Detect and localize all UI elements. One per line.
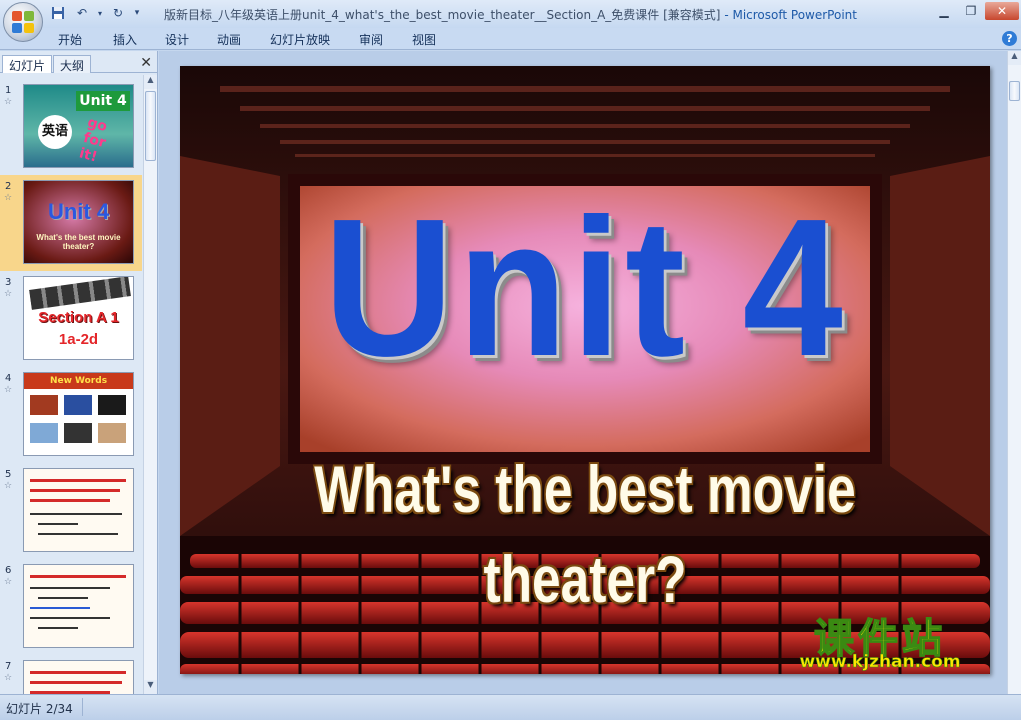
- thumb-title: New Words: [24, 373, 133, 389]
- slide-number: 5: [5, 469, 12, 480]
- thumb-text-line: [30, 575, 126, 578]
- thumb-subtitle: What's the best movie theater?: [36, 233, 121, 251]
- scroll-up-icon[interactable]: ▲: [1008, 51, 1021, 65]
- title-bar: ↶ ▾ ↻ ▾ 版新目标_八年级英语上册unit_4_what's_the_be…: [0, 0, 1021, 28]
- slide-thumbnail-7[interactable]: 7 ☆: [0, 655, 142, 694]
- slide-subtitle: What's the best movie theater?: [314, 452, 856, 616]
- slide-thumbnail-1[interactable]: 1 ☆ 英语 Unit 4 go for it!: [0, 79, 142, 175]
- slide-thumbnail-3[interactable]: 3 ☆ Section A 1 1a-2d: [0, 271, 142, 367]
- thumbnail-image: 英语 Unit 4 go for it!: [23, 84, 134, 168]
- scroll-down-icon[interactable]: ▼: [144, 680, 157, 694]
- thumb-text-line: [30, 607, 90, 609]
- animation-star-icon: ☆: [4, 97, 13, 107]
- slide-number: 1: [5, 85, 12, 96]
- thumb-picture: [64, 423, 92, 443]
- title-separator: -: [720, 8, 733, 22]
- thumbnail-image: [23, 468, 134, 552]
- slide-edit-area: Unit 4 What's the best movie theater? 课件…: [159, 51, 1007, 694]
- thumb-picture: [64, 395, 92, 415]
- thumb-text-line: [30, 681, 122, 684]
- tab-view[interactable]: 视图: [412, 31, 436, 48]
- thumb-text-line: [38, 627, 78, 629]
- thumb-text-line: [30, 479, 126, 482]
- scroll-up-icon[interactable]: ▲: [144, 75, 157, 89]
- thumb-text-line: [38, 533, 118, 535]
- thumb-picture: [30, 395, 58, 415]
- thumb-picture: [30, 423, 58, 443]
- watermark-logo: 课件站 www.kjzhan.com: [770, 614, 990, 674]
- slide-thumbnail-6[interactable]: 6 ☆: [0, 559, 142, 655]
- animation-star-icon: ☆: [4, 385, 13, 395]
- thumb-subtitle: 英语: [38, 115, 72, 149]
- window-controls: ▁ ❐ ✕: [931, 2, 1019, 20]
- film-strip-image: [29, 277, 131, 310]
- thumb-text-line: [38, 523, 78, 525]
- scroll-thumb[interactable]: [145, 91, 156, 161]
- slide-counter: 幻灯片 2/34: [6, 702, 73, 716]
- thumb-text-line: [30, 617, 110, 619]
- slides-pane: 幻灯片 大纲 ✕ 1 ☆ 英语 Unit 4 go for it! 2 ☆ Un…: [0, 51, 158, 694]
- tab-review[interactable]: 审阅: [359, 31, 383, 48]
- slide-unit-title: Unit 4: [323, 178, 847, 397]
- thumbnail-image: Section A 1 1a-2d: [23, 276, 134, 360]
- thumb-title: Unit 4: [76, 91, 130, 111]
- slide-number: 4: [5, 373, 12, 384]
- animation-star-icon: ☆: [4, 577, 13, 587]
- slide-number: 7: [5, 661, 12, 672]
- tab-animations[interactable]: 动画: [217, 31, 241, 48]
- help-icon[interactable]: ?: [1002, 31, 1017, 46]
- pane-close-icon[interactable]: ✕: [140, 55, 152, 71]
- animation-star-icon: ☆: [4, 673, 13, 683]
- thumb-title: Section A 1: [38, 309, 119, 326]
- thumbnails-scrollbar[interactable]: ▲ ▼: [143, 75, 157, 694]
- current-slide[interactable]: Unit 4 What's the best movie theater? 课件…: [180, 66, 990, 674]
- slide-thumbnail-5[interactable]: 5 ☆: [0, 463, 142, 559]
- ribbon-tabs: 开始 插入 设计 动画 幻灯片放映 审阅 视图 ?: [0, 28, 1021, 50]
- scroll-thumb[interactable]: [1009, 81, 1020, 101]
- tab-outline[interactable]: 大纲: [53, 55, 92, 73]
- thumb-text-line: [30, 671, 126, 674]
- tab-slideshow[interactable]: 幻灯片放映: [270, 31, 330, 48]
- slide-number: 2: [5, 181, 12, 192]
- thumb-picture: [98, 395, 126, 415]
- office-logo-icon: [12, 11, 34, 33]
- slide-thumbnail-4[interactable]: 4 ☆ New Words: [0, 367, 142, 463]
- slide-number: 6: [5, 565, 12, 576]
- minimize-icon[interactable]: ▁: [931, 2, 957, 20]
- animation-star-icon: ☆: [4, 481, 13, 491]
- pane-tabs: 幻灯片 大纲 ✕: [0, 53, 158, 73]
- tab-insert[interactable]: 插入: [113, 31, 137, 48]
- tab-design[interactable]: 设计: [165, 31, 189, 48]
- document-title: 版新目标_八年级英语上册unit_4_what's_the_best_movie…: [164, 8, 721, 22]
- thumbnail-image: [23, 564, 134, 648]
- status-divider: [82, 698, 83, 716]
- thumb-text-line: [38, 597, 88, 599]
- go-for-it-logo: go for it!: [77, 114, 109, 166]
- window-title: 版新目标_八年级英语上册unit_4_what's_the_best_movie…: [0, 6, 1021, 23]
- thumb-title: Unit 4: [47, 199, 110, 224]
- tab-slides[interactable]: 幻灯片: [2, 55, 53, 73]
- office-button[interactable]: [3, 2, 43, 42]
- slide-thumbnails: 1 ☆ 英语 Unit 4 go for it! 2 ☆ Unit 4 What…: [0, 75, 142, 694]
- thumb-text-line: [30, 587, 110, 589]
- thumb-picture: [98, 423, 126, 443]
- application-name: Microsoft PowerPoint: [732, 8, 857, 22]
- close-icon[interactable]: ✕: [985, 2, 1019, 20]
- slide-scrollbar[interactable]: ▲: [1007, 51, 1021, 694]
- tab-home[interactable]: 开始: [58, 31, 82, 48]
- thumbnail-image: [23, 660, 134, 694]
- thumb-text-line: [30, 513, 122, 515]
- animation-star-icon: ☆: [4, 193, 13, 203]
- watermark-url: www.kjzhan.com: [799, 652, 961, 673]
- thumbnail-image: Unit 4 What's the best movie theater?: [23, 180, 134, 264]
- slide-thumbnail-2[interactable]: 2 ☆ Unit 4 What's the best movie theater…: [0, 175, 142, 271]
- slide-number: 3: [5, 277, 12, 288]
- status-bar: 幻灯片 2/34: [0, 694, 1021, 720]
- thumb-subtitle: 1a-2d: [58, 331, 99, 348]
- restore-icon[interactable]: ❐: [958, 2, 984, 20]
- animation-star-icon: ☆: [4, 289, 13, 299]
- thumb-text-line: [30, 489, 120, 492]
- thumbnail-image: New Words: [23, 372, 134, 456]
- thumb-text-line: [30, 499, 110, 502]
